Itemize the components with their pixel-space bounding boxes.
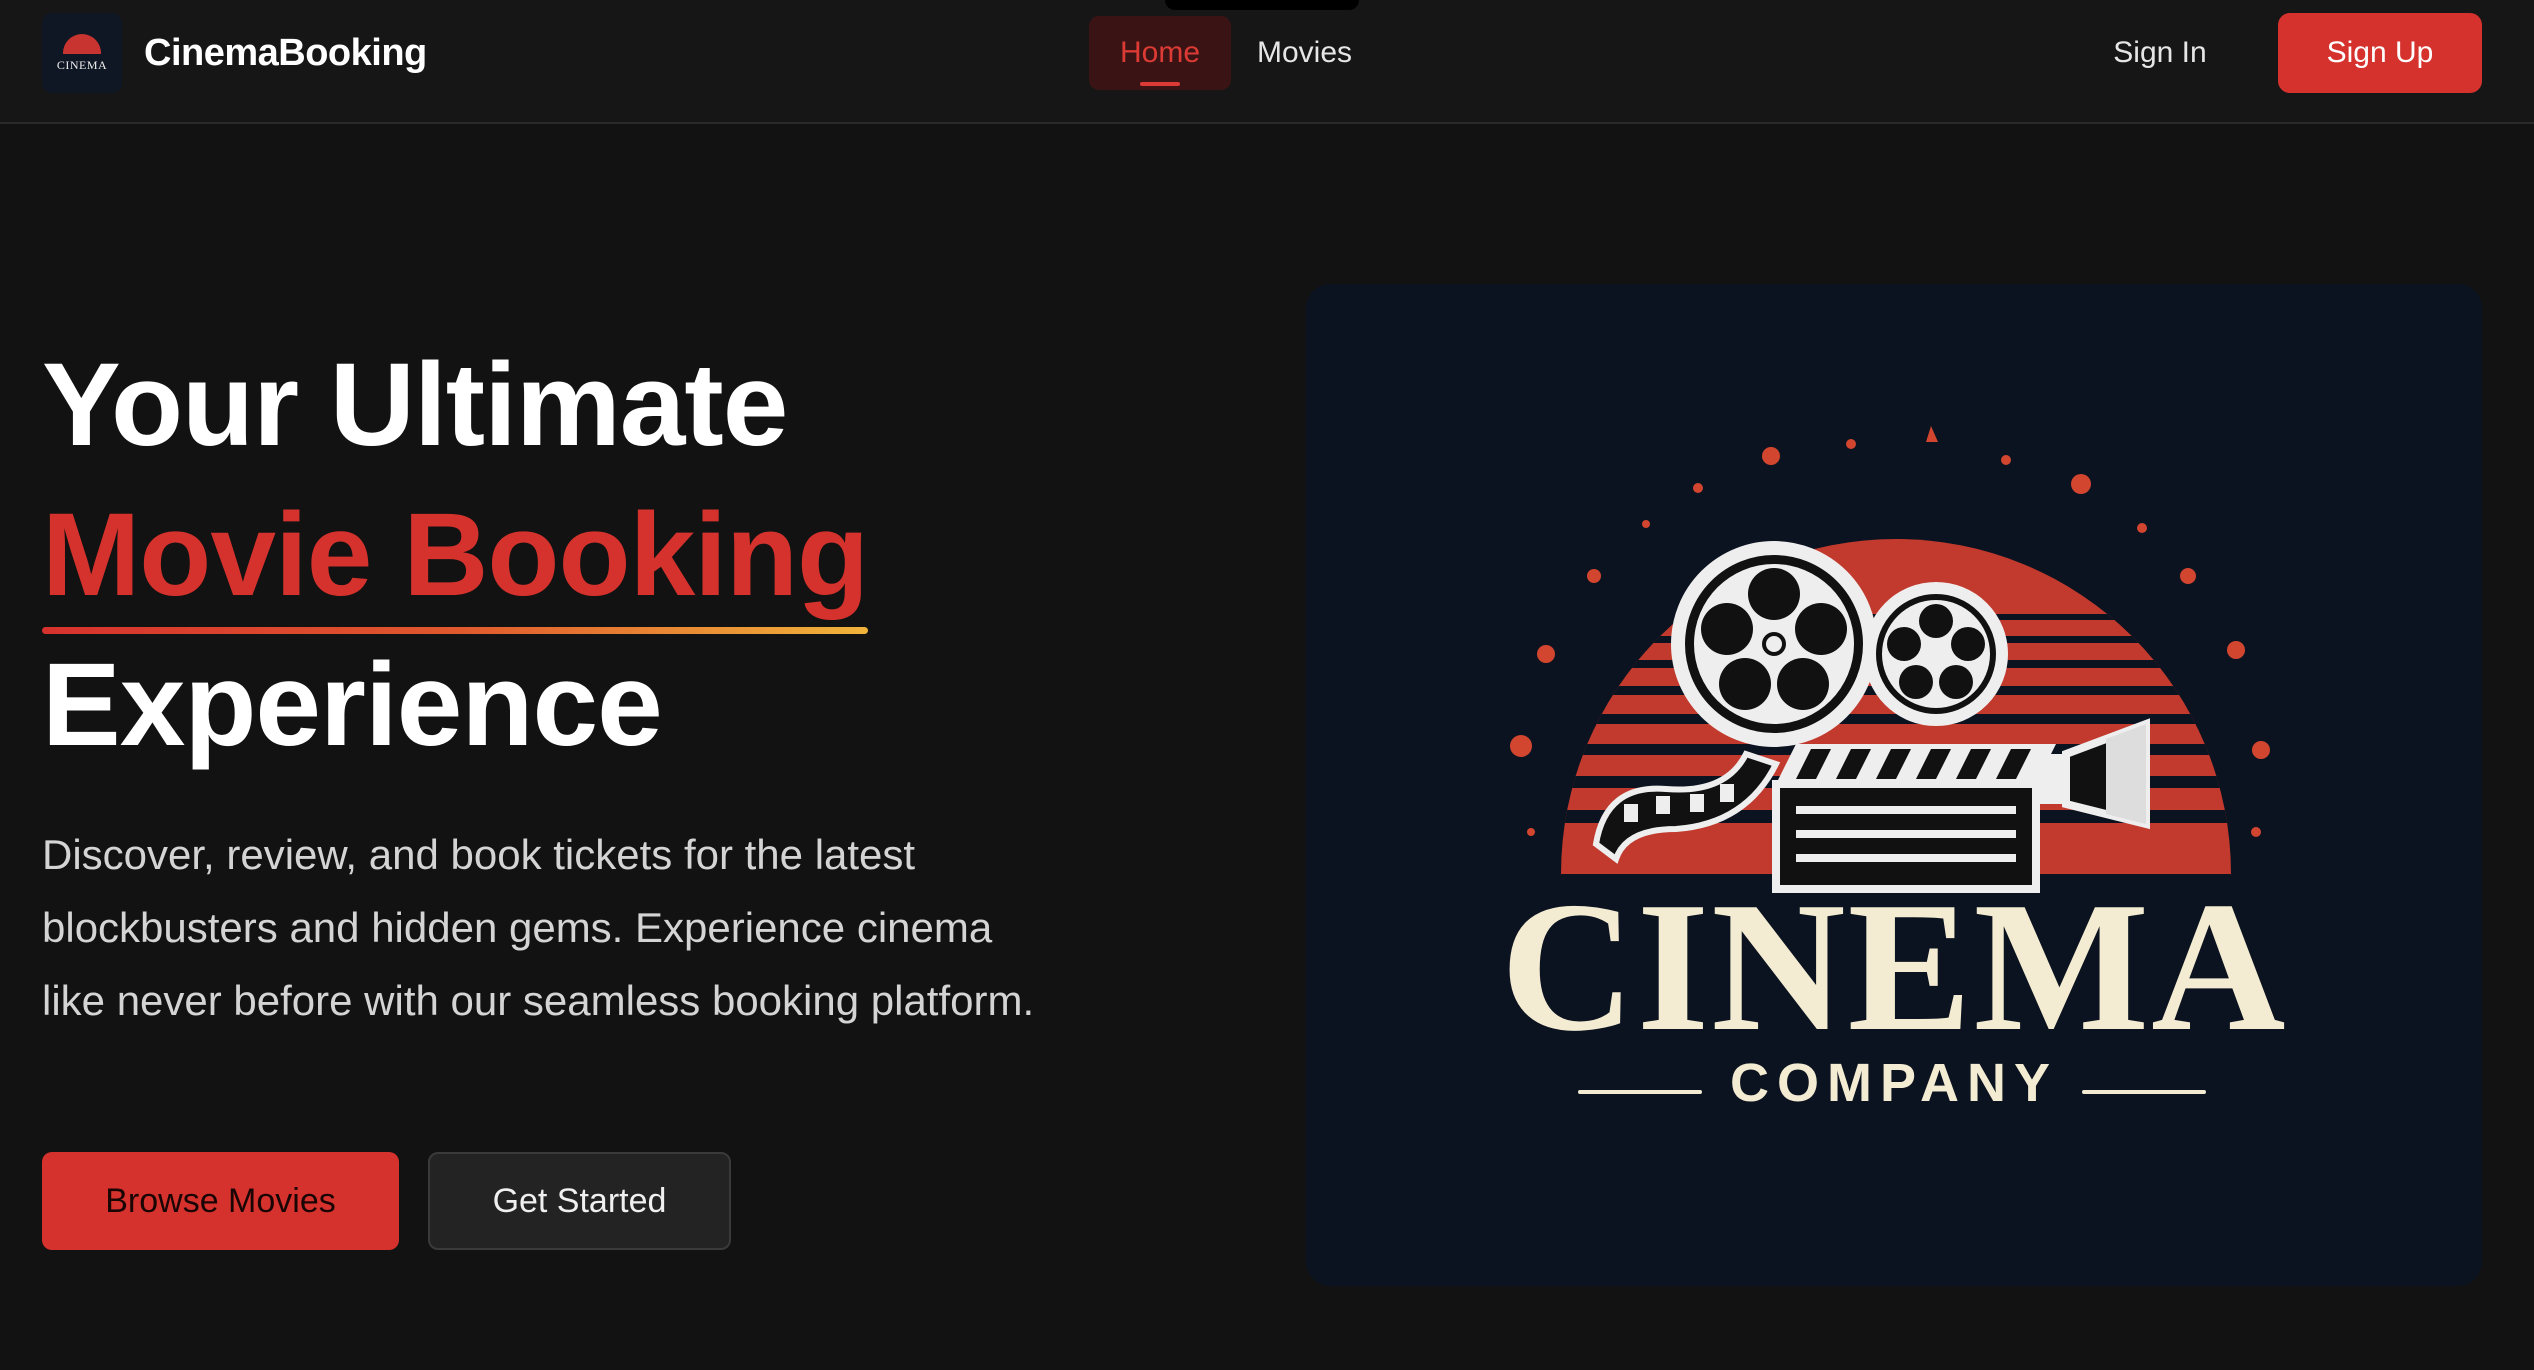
brand[interactable]: CINEMA CinemaBooking (42, 13, 427, 93)
nav-home-label: Home (1119, 36, 1201, 69)
active-indicator (1140, 82, 1180, 86)
sign-up-button[interactable]: Sign Up (2278, 13, 2482, 93)
hero-title: Your Ultimate Movie Booking Experience (42, 330, 1042, 780)
brand-logo-text: CINEMA (56, 57, 108, 72)
sign-in-button[interactable]: Sign In (2090, 16, 2230, 90)
get-started-button[interactable]: Get Started (428, 1152, 731, 1250)
poster-subtitle: COMPANY (1729, 1053, 2058, 1113)
hero-title-line3: Experience (42, 639, 663, 771)
hero-description: Discover, review, and book tickets for t… (42, 831, 1035, 1024)
site-header: CINEMA CinemaBooking Home Movies Sign In… (0, 0, 2534, 124)
browse-movies-button[interactable]: Browse Movies (42, 1152, 399, 1250)
film-projector-illustration (1510, 426, 2270, 893)
cinema-poster-image: CINEMA COMPANY (1306, 284, 2482, 1286)
poster-rule-right (2082, 1090, 2206, 1094)
top-notch (1165, 0, 1359, 10)
poster-title: CINEMA (1500, 864, 2288, 1070)
hero-title-highlight: Movie Booking (42, 480, 869, 634)
brand-logo-icon[interactable]: CINEMA (42, 13, 122, 93)
nav-home-link[interactable]: Home (1089, 16, 1231, 90)
main-nav: Home Movies (1089, 16, 1352, 90)
logo-sun-shape (63, 33, 101, 54)
hero-title-line1: Your Ultimate (42, 339, 788, 471)
nav-movies-link[interactable]: Movies (1257, 16, 1352, 90)
brand-name[interactable]: CinemaBooking (144, 32, 427, 75)
